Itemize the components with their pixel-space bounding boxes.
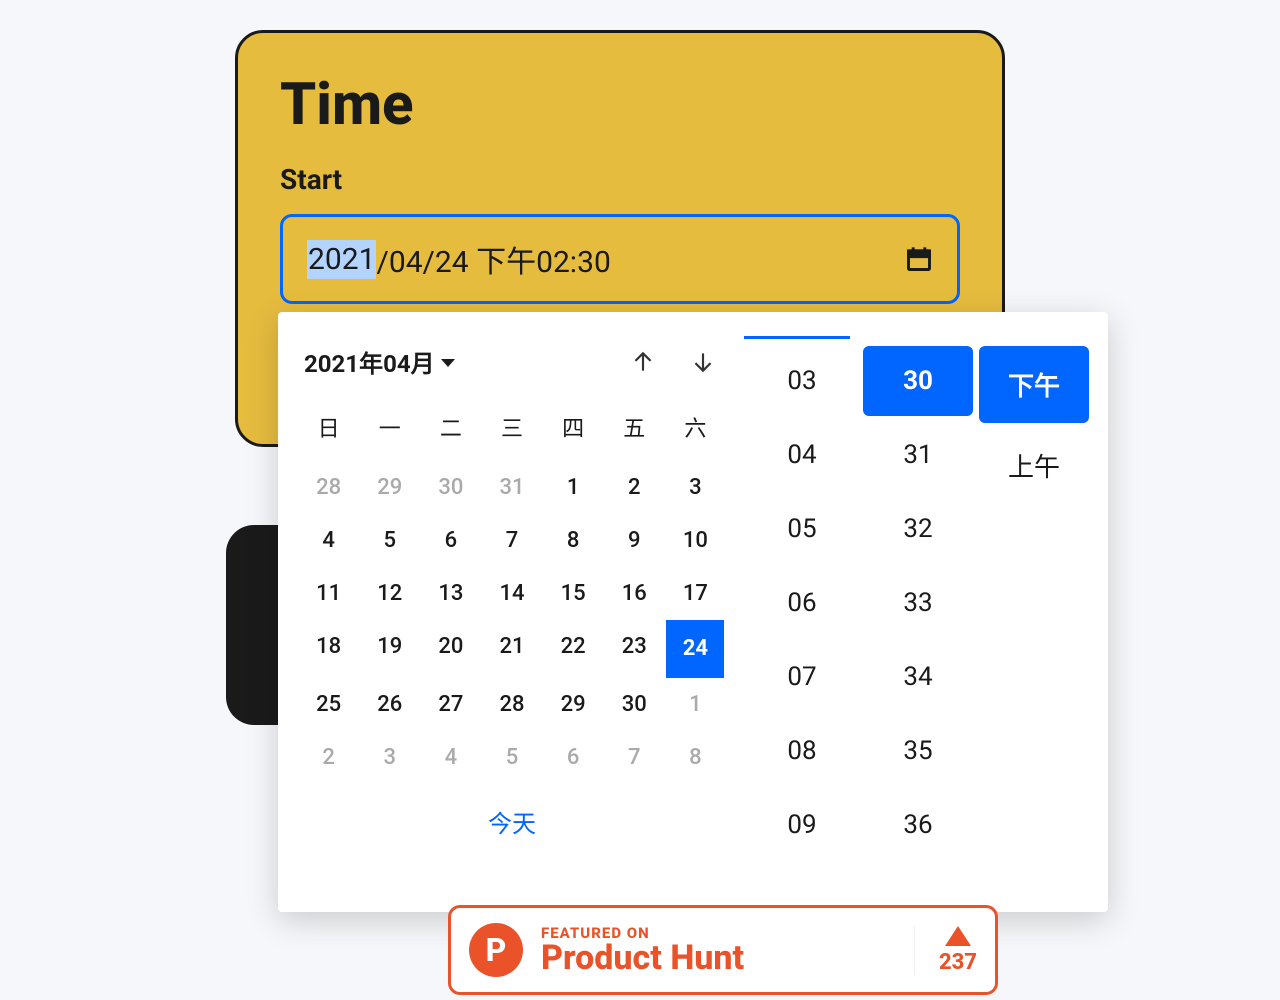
minute-item[interactable]: 35 xyxy=(860,714,976,788)
day-cell[interactable]: 5 xyxy=(359,514,420,567)
day-cell[interactable]: 13 xyxy=(420,567,481,620)
day-cell[interactable]: 31 xyxy=(481,461,542,514)
today-button[interactable]: 今天 xyxy=(298,804,726,839)
minute-item[interactable]: 36 xyxy=(860,788,976,862)
day-cell[interactable]: 16 xyxy=(604,567,665,620)
ampm-column[interactable]: 下午上午 xyxy=(976,344,1092,892)
minute-item[interactable]: 32 xyxy=(860,492,976,566)
day-cell[interactable]: 1 xyxy=(543,461,604,514)
active-column-indicator xyxy=(744,336,850,339)
hour-item[interactable]: 05 xyxy=(744,492,860,566)
day-cell[interactable]: 6 xyxy=(543,731,604,784)
day-cell[interactable]: 26 xyxy=(359,678,420,731)
day-cell[interactable]: 19 xyxy=(359,620,420,678)
weekday-label: 六 xyxy=(665,403,726,451)
day-cell[interactable]: 11 xyxy=(298,567,359,620)
datetime-value: 2021/04/24 下午02:30 xyxy=(307,237,611,281)
datetime-year-selected[interactable]: 2021 xyxy=(307,240,376,279)
day-cell[interactable]: 10 xyxy=(665,514,726,567)
ampm-item-selected[interactable]: 下午 xyxy=(979,346,1089,423)
minute-item[interactable]: 31 xyxy=(860,418,976,492)
prev-month-arrow-icon[interactable] xyxy=(630,349,656,375)
weekday-label: 四 xyxy=(543,403,604,451)
start-label: Start xyxy=(280,163,960,196)
days-grid: 2829303112345678910111213141516171819202… xyxy=(298,461,726,784)
chevron-down-icon xyxy=(441,359,455,367)
day-cell[interactable]: 15 xyxy=(543,567,604,620)
day-cell[interactable]: 7 xyxy=(604,731,665,784)
day-cell[interactable]: 4 xyxy=(420,731,481,784)
weekday-label: 三 xyxy=(481,403,542,451)
day-cell[interactable]: 12 xyxy=(359,567,420,620)
day-cell[interactable]: 7 xyxy=(481,514,542,567)
hour-item[interactable]: 04 xyxy=(744,418,860,492)
upvote-section[interactable]: 237 xyxy=(914,926,977,975)
day-cell[interactable]: 23 xyxy=(604,620,665,678)
day-cell[interactable]: 28 xyxy=(481,678,542,731)
month-selector-button[interactable]: 2021年04月 xyxy=(304,344,455,379)
datetime-picker-panel: 2021年04月 日一二三四五六 28293031123456789101112… xyxy=(278,312,1108,912)
day-cell[interactable]: 6 xyxy=(420,514,481,567)
weekday-row: 日一二三四五六 xyxy=(298,403,726,451)
day-cell[interactable]: 20 xyxy=(420,620,481,678)
day-cell[interactable]: 30 xyxy=(420,461,481,514)
day-cell[interactable]: 2 xyxy=(298,731,359,784)
day-cell[interactable]: 22 xyxy=(543,620,604,678)
hour-item[interactable]: 08 xyxy=(744,714,860,788)
minute-item-selected[interactable]: 30 xyxy=(863,346,973,416)
weekday-label: 日 xyxy=(298,403,359,451)
day-cell[interactable]: 17 xyxy=(665,567,726,620)
ampm-item[interactable]: 上午 xyxy=(976,425,1092,506)
day-cell[interactable]: 5 xyxy=(481,731,542,784)
minute-item[interactable]: 33 xyxy=(860,566,976,640)
product-hunt-name: Product Hunt xyxy=(541,941,744,975)
product-hunt-badge[interactable]: P FEATURED ON Product Hunt 237 xyxy=(448,905,998,995)
day-cell[interactable]: 9 xyxy=(604,514,665,567)
card-title: Time xyxy=(280,71,960,139)
hour-item[interactable]: 07 xyxy=(744,640,860,714)
day-cell[interactable]: 28 xyxy=(298,461,359,514)
weekday-label: 五 xyxy=(604,403,665,451)
day-cell[interactable]: 14 xyxy=(481,567,542,620)
day-cell[interactable]: 29 xyxy=(359,461,420,514)
day-cell[interactable]: 2 xyxy=(604,461,665,514)
hour-item[interactable]: 06 xyxy=(744,566,860,640)
day-cell[interactable]: 3 xyxy=(359,731,420,784)
day-cell[interactable]: 8 xyxy=(543,514,604,567)
month-label: 2021年04月 xyxy=(304,344,435,379)
minute-column[interactable]: 30313233343536 xyxy=(860,344,976,892)
upvote-triangle-icon xyxy=(945,926,971,946)
datetime-input[interactable]: 2021/04/24 下午02:30 xyxy=(280,214,960,304)
day-cell[interactable]: 18 xyxy=(298,620,359,678)
calendar-icon[interactable] xyxy=(905,245,933,273)
day-cell[interactable]: 8 xyxy=(665,731,726,784)
hour-item[interactable]: 03 xyxy=(744,344,860,418)
calendar-column: 2021年04月 日一二三四五六 28293031123456789101112… xyxy=(298,340,738,892)
weekday-label: 一 xyxy=(359,403,420,451)
day-cell[interactable]: 1 xyxy=(665,678,726,731)
weekday-label: 二 xyxy=(420,403,481,451)
product-hunt-logo-icon: P xyxy=(469,923,523,977)
day-cell[interactable]: 4 xyxy=(298,514,359,567)
day-cell[interactable]: 21 xyxy=(481,620,542,678)
hour-item[interactable]: 09 xyxy=(744,788,860,862)
datetime-rest: /04/24 下午02:30 xyxy=(376,237,610,281)
hour-column[interactable]: 03040506070809 xyxy=(744,344,860,892)
day-cell[interactable]: 3 xyxy=(665,461,726,514)
time-columns: 03040506070809 30313233343536 下午上午 xyxy=(738,340,1092,892)
month-nav-arrows xyxy=(630,349,716,375)
day-cell[interactable]: 25 xyxy=(298,678,359,731)
day-cell[interactable]: 30 xyxy=(604,678,665,731)
upvote-count: 237 xyxy=(939,950,977,975)
calendar-header: 2021年04月 xyxy=(298,340,726,389)
minute-item[interactable]: 34 xyxy=(860,640,976,714)
next-month-arrow-icon[interactable] xyxy=(690,349,716,375)
day-cell-selected[interactable]: 24 xyxy=(665,620,726,678)
product-hunt-text: FEATURED ON Product Hunt xyxy=(541,926,744,975)
day-cell[interactable]: 27 xyxy=(420,678,481,731)
day-cell[interactable]: 29 xyxy=(543,678,604,731)
